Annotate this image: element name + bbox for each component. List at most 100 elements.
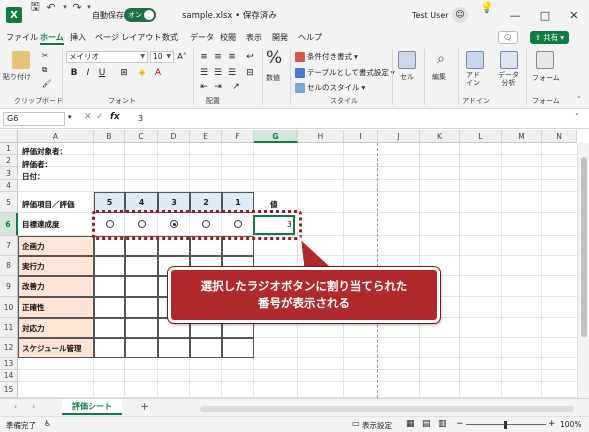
tab-file[interactable]: ファイル — [6, 30, 38, 45]
align-bottom-icon[interactable]: ≡ — [226, 51, 238, 63]
align-left-icon[interactable]: ☰ — [198, 67, 210, 79]
tab-insert[interactable]: 挿入 — [70, 30, 86, 45]
edit-label[interactable]: 編集 — [432, 72, 446, 82]
tab-developer[interactable]: 開発 — [272, 30, 288, 45]
addin-icon[interactable] — [466, 51, 484, 69]
align-middle-icon[interactable]: ≡ — [212, 51, 224, 63]
cell-style-button[interactable]: セルのスタイル ▾ — [295, 82, 365, 93]
merge-icon[interactable]: ⊟ — [244, 67, 256, 79]
row-header-1[interactable]: 1 — [0, 143, 18, 155]
column-header-m[interactable]: M — [502, 130, 542, 143]
tab-view[interactable]: 表示 — [246, 30, 262, 45]
vertical-scrollbar[interactable] — [577, 143, 589, 398]
name-box[interactable]: G6 — [3, 112, 65, 126]
data-analysis-icon[interactable] — [500, 51, 518, 69]
format-painter-icon[interactable]: 🖌 — [42, 79, 52, 88]
sheet-tab-evaluation[interactable]: 評価シート — [62, 399, 122, 415]
row-header-2[interactable]: 2 — [0, 155, 18, 167]
horizontal-scrollbar[interactable] — [200, 406, 574, 412]
column-header-d[interactable]: D — [158, 130, 190, 143]
indent-decrease-icon[interactable]: ⇤ — [198, 81, 210, 93]
column-header-n[interactable]: N — [542, 130, 577, 143]
font-color-icon[interactable]: A — [152, 67, 164, 79]
avatar[interactable]: ☺ — [452, 7, 468, 23]
zoom-level[interactable]: 100% — [560, 420, 581, 429]
save-icon[interactable]: 🖫 — [28, 0, 42, 14]
row-header-5[interactable]: 5 — [0, 192, 18, 213]
align-right-icon[interactable]: ☰ — [226, 67, 238, 79]
percent-icon[interactable]: % — [266, 48, 282, 68]
column-header-g[interactable]: G — [254, 130, 298, 143]
tab-home[interactable]: ホーム — [40, 30, 64, 45]
tab-help[interactable]: ヘルプ — [298, 30, 322, 45]
minimize-button[interactable]: — — [500, 0, 530, 30]
scroll-thumb[interactable] — [581, 157, 587, 337]
cell-a3[interactable]: 日付： — [22, 171, 45, 182]
form-label[interactable]: フォーム — [532, 73, 560, 83]
expand-formula-icon[interactable]: ˅ — [575, 113, 579, 121]
tab-formulas[interactable]: 数式 — [162, 30, 178, 45]
form-icon[interactable] — [536, 51, 554, 69]
row-header-3[interactable]: 3 — [0, 167, 18, 180]
share-button[interactable]: ⇪ 共有 ▾ — [530, 31, 570, 44]
insert-function-icon[interactable]: fx — [110, 112, 120, 122]
search-icon[interactable]: ⌕ — [432, 51, 450, 69]
orientation-icon[interactable]: ↗ — [230, 81, 242, 93]
font-size-select[interactable]: 10 ▼ — [150, 51, 174, 63]
row-header-14[interactable]: 14 — [0, 370, 18, 382]
border-icon[interactable]: ⊞ — [118, 67, 130, 79]
tab-data[interactable]: データ — [190, 30, 214, 45]
grow-font-icon[interactable]: A˄ — [176, 51, 188, 63]
column-header-e[interactable]: E — [190, 130, 222, 143]
align-center-icon[interactable]: ☰ — [212, 67, 224, 79]
chevron-down-icon[interactable]: ▾ — [68, 113, 72, 121]
column-header-a[interactable]: A — [18, 130, 94, 143]
normal-view-icon[interactable]: ▦ — [406, 419, 415, 429]
cell-a1[interactable]: 評価対象者： — [22, 146, 67, 157]
row-header-10[interactable]: 10 — [0, 297, 18, 318]
addin-label[interactable]: アド イン — [466, 71, 480, 87]
column-header-j[interactable]: J — [378, 130, 420, 143]
table-format-button[interactable]: テーブルとして書式設定▾ — [295, 67, 395, 78]
zoom-slider-thumb[interactable] — [504, 421, 507, 429]
row-header-9[interactable]: 9 — [0, 276, 18, 297]
accessibility-icon[interactable]: ♿ — [44, 419, 51, 428]
row-header-15[interactable]: 15 — [0, 382, 18, 398]
maximize-button[interactable]: □ — [530, 0, 560, 30]
lightbulb-icon[interactable]: 💡 — [480, 0, 494, 14]
paste-icon[interactable] — [12, 51, 30, 69]
add-sheet-icon[interactable]: + — [140, 400, 149, 413]
paste-label[interactable]: 貼り付け — [3, 72, 31, 82]
zoom-out-icon[interactable]: − — [456, 419, 464, 429]
column-header-l[interactable]: L — [460, 130, 502, 143]
next-sheet-icon[interactable]: › — [32, 402, 35, 411]
italic-button[interactable]: I — [82, 67, 94, 79]
row-header-8[interactable]: 8 — [0, 256, 18, 276]
autosave-toggle[interactable]: オン — [124, 8, 156, 22]
formula-input[interactable]: 3 — [138, 114, 143, 123]
comment-button[interactable]: 🗨 — [498, 31, 518, 44]
indent-increase-icon[interactable]: ⇥ — [212, 81, 224, 93]
column-header-h[interactable]: H — [298, 130, 344, 143]
row-header-11[interactable]: 11 — [0, 318, 18, 338]
number-format-button[interactable]: 数値 — [266, 73, 280, 83]
file-title[interactable]: sample.xlsx • 保存済み — [182, 0, 277, 30]
tab-review[interactable]: 校閲 — [220, 30, 236, 45]
column-header-k[interactable]: K — [420, 130, 460, 143]
fill-color-icon[interactable]: ◈ — [136, 67, 148, 79]
cell-g5[interactable]: 値 — [270, 199, 278, 210]
column-header-i[interactable]: I — [344, 130, 378, 143]
font-name-select[interactable]: メイリオ ▼ — [66, 51, 148, 63]
row-header-6[interactable]: 6 — [0, 213, 18, 236]
column-header-b[interactable]: B — [94, 130, 125, 143]
cut-icon[interactable]: ✂ — [42, 51, 48, 60]
row-header-7[interactable]: 7 — [0, 236, 18, 256]
column-header-c[interactable]: C — [125, 130, 158, 143]
data-analysis-label[interactable]: データ 分析 — [498, 71, 519, 87]
align-top-icon[interactable]: ≡ — [198, 51, 210, 63]
prev-sheet-icon[interactable]: ‹ — [14, 402, 17, 411]
wrap-text-icon[interactable]: ↩ — [244, 51, 256, 63]
zoom-in-icon[interactable]: + — [548, 419, 556, 429]
display-settings-label[interactable]: 表示設定 — [362, 420, 392, 431]
copy-icon[interactable]: ⧉ — [42, 65, 47, 75]
